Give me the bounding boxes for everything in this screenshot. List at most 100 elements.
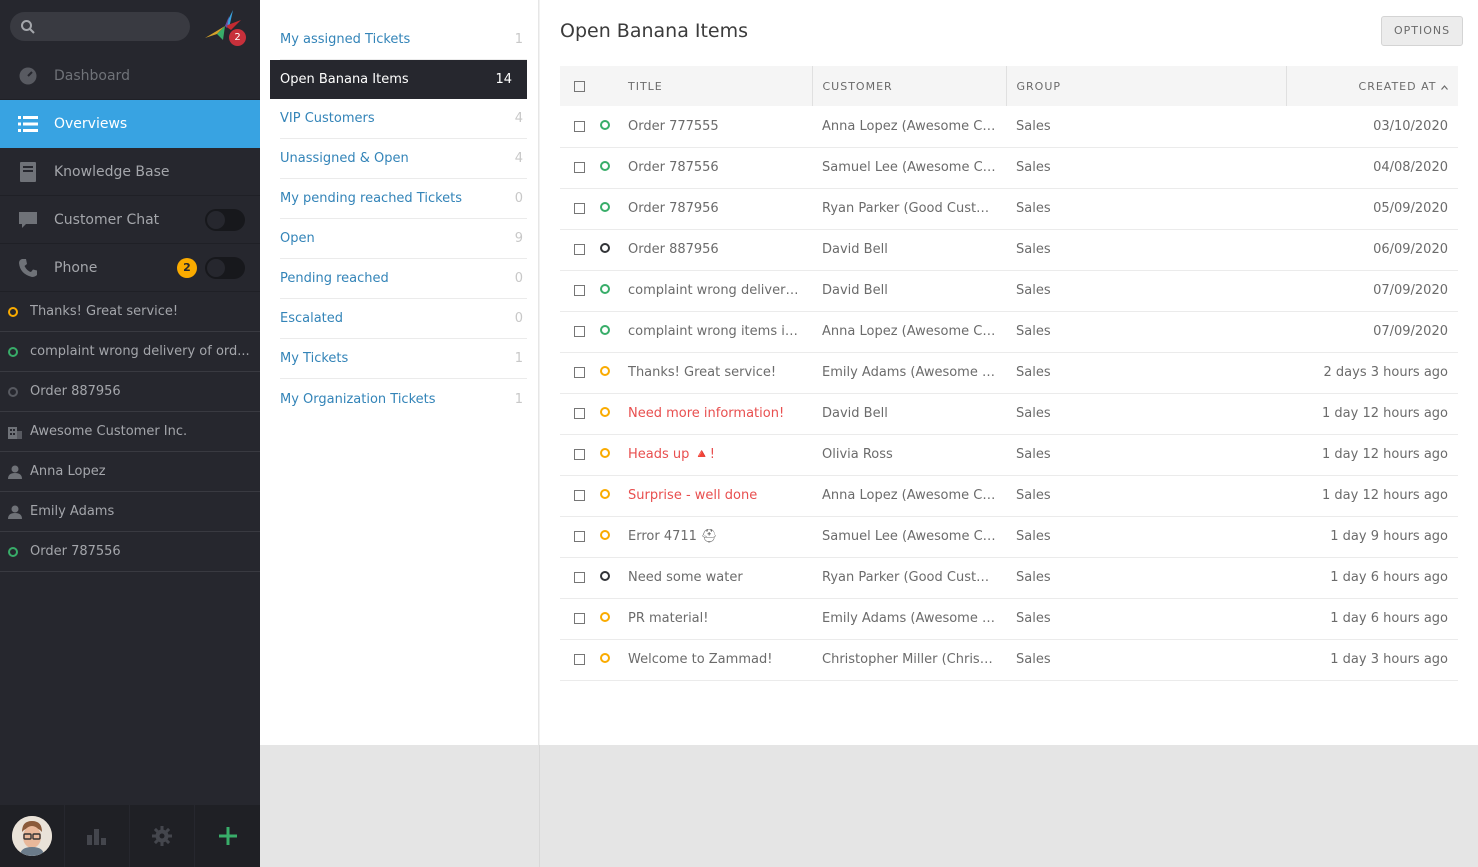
row-checkbox[interactable] [574,490,585,501]
table-row[interactable]: Order 887956 David Bell Sales 06/09/2020 [560,229,1458,271]
ticket-open-icon [8,306,30,317]
ticket-group: Sales [1006,393,1286,435]
row-state-cell [600,311,618,353]
table-row[interactable]: Order 777555 Anna Lopez (Awesome Cu... Sal… [560,106,1458,148]
column-header-customer[interactable]: CUSTOMER [812,66,1007,106]
table-row[interactable]: complaint wrong items in... Anna Lopez (A… [560,311,1458,353]
row-select-cell [560,147,600,189]
column-header-group[interactable]: GROUP [1006,66,1287,106]
ticket-title-link[interactable]: Need more information! [618,393,812,435]
ticket-state-icon [600,243,610,253]
ticket-created-at: 03/10/2020 [1286,106,1458,148]
chat-toggle[interactable] [205,209,245,231]
ticket-state-icon [600,571,610,581]
column-header-title[interactable]: TITLE [618,66,813,106]
reports-button[interactable] [65,805,130,867]
ticket-title-link[interactable]: complaint wrong delivery... [618,270,812,312]
options-button[interactable]: OPTIONS [1381,16,1463,46]
ticket-title-link[interactable]: PR material! [618,598,812,640]
task-item[interactable]: Order 887956 [0,372,260,412]
row-checkbox[interactable] [574,326,585,337]
row-checkbox[interactable] [574,531,585,542]
overview-item[interactable]: My Organization Tickets 1 [280,379,527,419]
table-row[interactable]: Order 787956 Ryan Parker (Good Custo... Sa… [560,188,1458,230]
row-checkbox[interactable] [574,285,585,296]
overview-count: 0 [514,311,523,326]
ticket-title-link[interactable]: Order 887956 [618,229,812,271]
ticket-title-link[interactable]: Heads up 🔺! [618,434,812,476]
row-checkbox[interactable] [574,572,585,583]
row-select-cell [560,475,600,517]
task-item[interactable]: Order 787556 [0,532,260,572]
overview-item[interactable]: My pending reached Tickets 0 [280,179,527,219]
row-state-cell [600,270,618,312]
ticket-group: Sales [1006,311,1286,353]
ticket-created-at: 1 day 12 hours ago [1286,393,1458,435]
overview-count: 0 [514,191,523,206]
row-checkbox[interactable] [574,162,585,173]
overview-count: 4 [514,151,523,166]
menu-overviews[interactable]: Overviews [0,100,260,148]
overview-item[interactable]: Escalated 0 [280,299,527,339]
table-row[interactable]: complaint wrong delivery... David Bell Sal… [560,270,1458,312]
row-checkbox[interactable] [574,120,585,132]
menu-phone[interactable]: Phone 2 [0,244,260,292]
task-item[interactable]: Anna Lopez [0,452,260,492]
row-select-cell [560,311,600,353]
overview-item[interactable]: Pending reached 0 [280,259,527,299]
row-checkbox[interactable] [574,244,585,255]
search-input[interactable] [10,12,190,41]
table-row[interactable]: Need some water Ryan Parker (Good Custo..… [560,557,1458,599]
select-all-checkbox[interactable] [574,81,585,92]
ticket-title-link[interactable]: Order 787956 [618,188,812,230]
overview-item[interactable]: My Tickets 1 [280,339,527,379]
task-item[interactable]: complaint wrong delivery of ord... [0,332,260,372]
user-avatar-button[interactable] [0,805,65,867]
ticket-title-link[interactable]: Order 777555 [618,106,812,148]
row-checkbox[interactable] [574,408,585,419]
overview-item[interactable]: VIP Customers 4 [280,99,527,139]
notification-badge[interactable]: 2 [229,29,246,46]
overview-item[interactable]: Open 9 [280,219,527,259]
table-row[interactable]: Heads up 🔺! Olivia Ross Sales 1 day 12 hour… [560,434,1458,476]
menu-knowledge-base[interactable]: Knowledge Base [0,148,260,196]
table-row[interactable]: Error 4711 ⛑ Samuel Lee (Awesome Cu... Sal… [560,516,1458,558]
table-row[interactable]: Surprise - well done Anna Lopez (Awesome … [560,475,1458,517]
table-row[interactable]: Need more information! David Bell Sales 1 d… [560,393,1458,435]
ticket-title-link[interactable]: Welcome to Zammad! [618,639,812,681]
task-item[interactable]: Awesome Customer Inc. [0,412,260,452]
table-row[interactable]: Order 787556 Samuel Lee (Awesome Cu... Sal… [560,147,1458,189]
column-header-created[interactable]: CREATED AT [1286,66,1458,106]
table-row[interactable]: PR material! Emily Adams (Awesome C... Sal… [560,598,1458,640]
row-checkbox[interactable] [574,613,585,624]
ticket-title-link[interactable]: Surprise - well done [618,475,812,517]
table-header-row: TITLE CUSTOMER GROUP CREATED AT [560,66,1458,106]
ticket-new-icon [8,546,30,557]
phone-toggle[interactable] [205,257,245,279]
row-checkbox[interactable] [574,449,585,460]
ticket-title-link[interactable]: Need some water [618,557,812,599]
settings-button[interactable] [130,805,195,867]
ticket-title-link[interactable]: complaint wrong items in... [618,311,812,353]
overview-item[interactable]: Unassigned & Open 4 [280,139,527,179]
menu-customer-chat[interactable]: Customer Chat [0,196,260,244]
ticket-state-icon [600,653,610,663]
ticket-title-link[interactable]: Order 787556 [618,147,812,189]
row-checkbox[interactable] [574,654,585,665]
table-row[interactable]: Thanks! Great service! Emily Adams (Aweso… [560,352,1458,394]
task-item[interactable]: Thanks! Great service! [0,292,260,332]
task-item[interactable]: Emily Adams [0,492,260,532]
row-select-cell [560,557,600,599]
menu-dashboard[interactable]: Dashboard [0,52,260,100]
gear-icon [152,826,172,846]
row-checkbox[interactable] [574,203,585,214]
task-label: Awesome Customer Inc. [30,424,188,439]
row-checkbox[interactable] [574,367,585,378]
ticket-title-link[interactable]: Thanks! Great service! [618,352,812,394]
overview-item[interactable]: Open Banana Items 14 [270,60,527,99]
overview-item[interactable]: My assigned Tickets 1 [280,20,527,60]
row-select-cell [560,270,600,312]
ticket-title-link[interactable]: Error 4711 ⛑ [618,516,812,558]
add-new-button[interactable] [195,805,260,867]
table-row[interactable]: Welcome to Zammad! Christopher Miller (Ch… [560,639,1458,681]
